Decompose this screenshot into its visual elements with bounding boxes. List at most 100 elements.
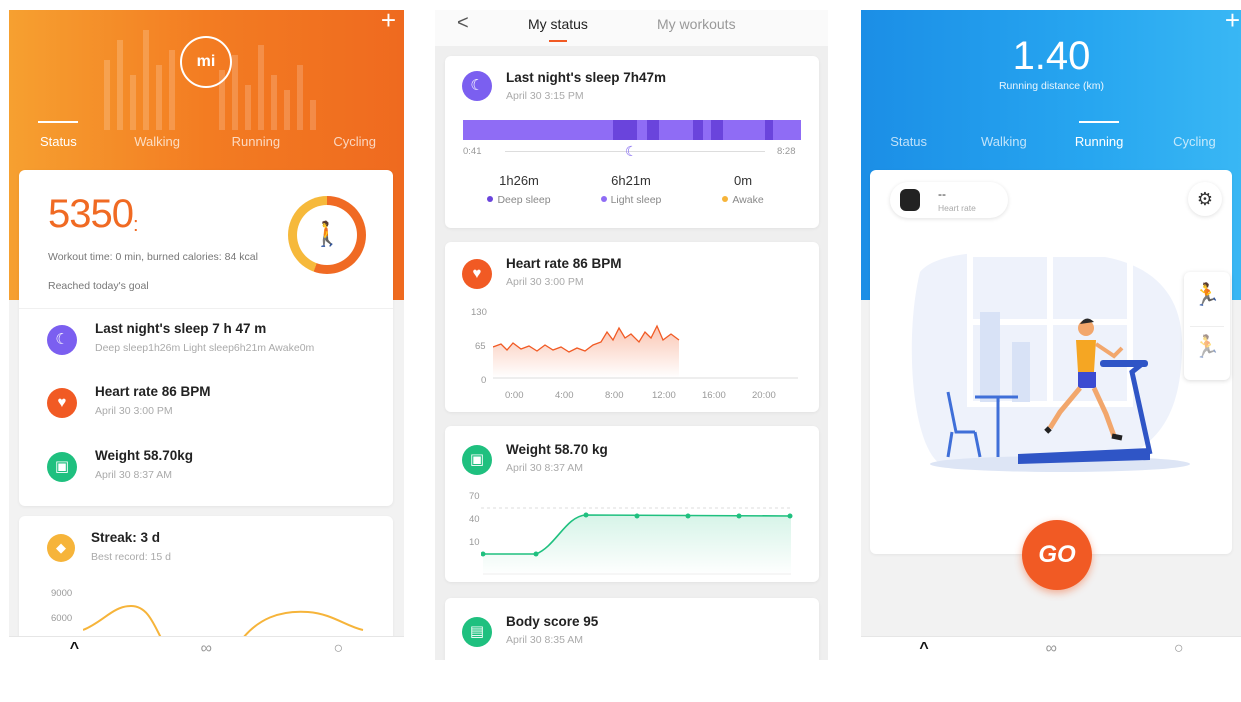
- goal-progress-ring[interactable]: 🚶: [288, 196, 366, 274]
- hr-x-tick-1600: 16:00: [702, 390, 726, 401]
- heart-rate-title: Heart rate 86 BPM: [95, 384, 211, 399]
- outdoor-run-icon[interactable]: 🏃: [1184, 282, 1230, 308]
- weight-date: April 30 8:37 AM: [95, 469, 173, 481]
- running-screen: + 1.40 Running distance (km) Status Walk…: [861, 10, 1241, 660]
- weight-title: Weight 58.70kg: [95, 448, 194, 463]
- hr-x-tick-1200: 12:00: [652, 390, 676, 401]
- deep-sleep-legend: Deep sleep: [469, 194, 569, 206]
- hr-x-tick-0400: 4:00: [555, 390, 574, 401]
- sleep-card-date: April 30 3:15 PM: [506, 90, 584, 102]
- list-item-weight[interactable]: ▣ Weight 58.70kg April 30 8:37 AM: [19, 436, 393, 500]
- goal-status: Reached today's goal: [48, 280, 149, 292]
- sleep-card[interactable]: ☾ Last night's sleep 7h47m April 30 3:15…: [445, 56, 819, 228]
- mi-logo: mi: [180, 36, 232, 88]
- tab-cycling[interactable]: Cycling: [305, 134, 404, 149]
- moon-icon: ☾: [462, 71, 492, 101]
- heart-rate-card-date: April 30 3:00 PM: [506, 276, 584, 288]
- tab-status[interactable]: Status: [861, 134, 956, 149]
- list-item-heart-rate[interactable]: ♥ Heart rate 86 BPM April 30 3:00 PM: [19, 372, 393, 436]
- running-card: -- Heart rate ⚙: [870, 170, 1232, 554]
- moon-icon: ☾: [47, 325, 77, 355]
- tab-running[interactable]: Running: [207, 134, 306, 149]
- list-item-sleep[interactable]: ☾ Last night's sleep 7 h 47 m Deep sleep…: [19, 308, 393, 372]
- home-nav-icon[interactable]: ^: [919, 640, 928, 658]
- weight-y-tick-40: 40: [469, 514, 480, 525]
- workout-nav-icon[interactable]: ∞: [201, 640, 212, 658]
- bottom-nav: ^ ∞ ○: [861, 636, 1241, 660]
- walking-person-icon: 🚶: [297, 205, 357, 265]
- bottom-nav: ^ ∞ ○: [9, 636, 404, 660]
- trophy-icon: ◆: [47, 534, 75, 562]
- add-icon[interactable]: +: [381, 10, 396, 33]
- running-distance-value: 1.40: [1012, 34, 1091, 78]
- moon-marker-icon: ☾: [625, 143, 638, 159]
- deep-sleep-value: 1h26m: [499, 173, 539, 188]
- workout-nav-icon[interactable]: ∞: [1046, 640, 1057, 658]
- weight-y-tick-70: 70: [469, 491, 480, 502]
- light-sleep-legend: Light sleep: [581, 194, 681, 206]
- tab-walking[interactable]: Walking: [956, 134, 1051, 149]
- heart-rate-chart: [493, 324, 798, 379]
- hr-y-tick-0: 0: [481, 375, 487, 386]
- add-icon[interactable]: +: [1225, 10, 1240, 33]
- streak-y-tick-6000: 6000: [51, 613, 73, 624]
- hr-x-tick-0800: 8:00: [605, 390, 624, 401]
- sleep-timeline-bar: [463, 120, 801, 140]
- weight-card-title: Weight 58.70 kg: [506, 442, 608, 457]
- back-chevron-icon[interactable]: <: [457, 12, 469, 35]
- scale-icon: ▣: [462, 445, 492, 475]
- scale-icon: ▣: [47, 452, 77, 482]
- weight-y-tick-10: 10: [469, 537, 480, 548]
- tab-walking[interactable]: Walking: [108, 134, 207, 149]
- heart-rate-card[interactable]: ♥ Heart rate 86 BPM April 30 3:00 PM 130…: [445, 242, 819, 412]
- heart-icon: ♥: [462, 259, 492, 289]
- streak-card[interactable]: ◆ Streak: 3 d Best record: 15 d 9000 600…: [19, 516, 393, 656]
- sleep-end-time: 8:28: [777, 146, 796, 157]
- tab-status[interactable]: Status: [9, 134, 108, 149]
- light-sleep-value: 6h21m: [611, 173, 651, 188]
- top-bar: < My status My workouts: [435, 10, 828, 46]
- sleep-start-time: 0:41: [463, 146, 482, 157]
- heart-icon: ♥: [47, 388, 77, 418]
- status-screen: mi + Status Walking Running Cycling 5350…: [9, 10, 404, 660]
- tab-my-workouts[interactable]: My workouts: [657, 16, 736, 32]
- sleep-subtitle: Deep sleep1h26m Light sleep6h21m Awake0m: [95, 342, 315, 354]
- profile-nav-icon[interactable]: ○: [1174, 640, 1184, 658]
- heart-rate-card-title: Heart rate 86 BPM: [506, 256, 622, 271]
- profile-nav-icon[interactable]: ○: [334, 640, 344, 658]
- hr-x-tick-2000: 20:00: [752, 390, 776, 401]
- go-button[interactable]: GO: [1022, 520, 1092, 590]
- body-score-date: April 30 8:35 AM: [506, 634, 584, 646]
- treadmill-run-icon[interactable]: 🏃: [1184, 334, 1230, 360]
- heart-rate-value: --: [938, 187, 946, 201]
- band-icon: [900, 189, 920, 211]
- awake-value: 0m: [733, 173, 753, 188]
- home-nav-icon[interactable]: ^: [70, 640, 79, 658]
- mode-switcher: 🏃 🏃: [1184, 272, 1230, 380]
- tab-my-status[interactable]: My status: [528, 16, 588, 32]
- my-status-screen: < My status My workouts ☾ Last night's s…: [435, 10, 828, 660]
- running-distance-label: Running distance (km): [998, 80, 1105, 92]
- summary-card: 5350 : 🚶 Workout time: 0 min, burned cal…: [19, 170, 393, 506]
- streak-header: ◆ Streak: 3 d Best record: 15 d: [19, 518, 393, 582]
- heart-rate-date: April 30 3:00 PM: [95, 405, 173, 417]
- awake-legend: Awake: [693, 194, 793, 206]
- sleep-title: Last night's sleep 7 h 47 m: [95, 321, 267, 336]
- streak-best: Best record: 15 d: [91, 551, 171, 563]
- weight-card[interactable]: ▣ Weight 58.70 kg April 30 8:37 AM 70 40…: [445, 426, 819, 582]
- heart-rate-label: Heart rate: [938, 203, 976, 213]
- treadmill-illustration: [911, 251, 1190, 472]
- streak-y-tick-9000: 9000: [51, 588, 73, 599]
- heart-rate-pill[interactable]: -- Heart rate: [890, 182, 1008, 218]
- settings-gear-icon[interactable]: ⚙: [1188, 182, 1222, 216]
- body-score-card[interactable]: ▤ Body score 95 April 30 8:35 AM: [445, 598, 819, 660]
- weight-card-date: April 30 8:37 AM: [506, 462, 584, 474]
- activity-tabs: Status Walking Running Cycling: [861, 134, 1241, 149]
- activity-tabs: Status Walking Running Cycling: [9, 134, 404, 149]
- hr-y-tick-130: 130: [471, 307, 487, 318]
- step-count: 5350: [48, 192, 134, 236]
- sleep-card-title: Last night's sleep 7h47m: [506, 70, 667, 85]
- tab-cycling[interactable]: Cycling: [1147, 134, 1241, 149]
- tab-running[interactable]: Running: [1052, 134, 1147, 149]
- hr-x-tick-0000: 0:00: [505, 390, 524, 401]
